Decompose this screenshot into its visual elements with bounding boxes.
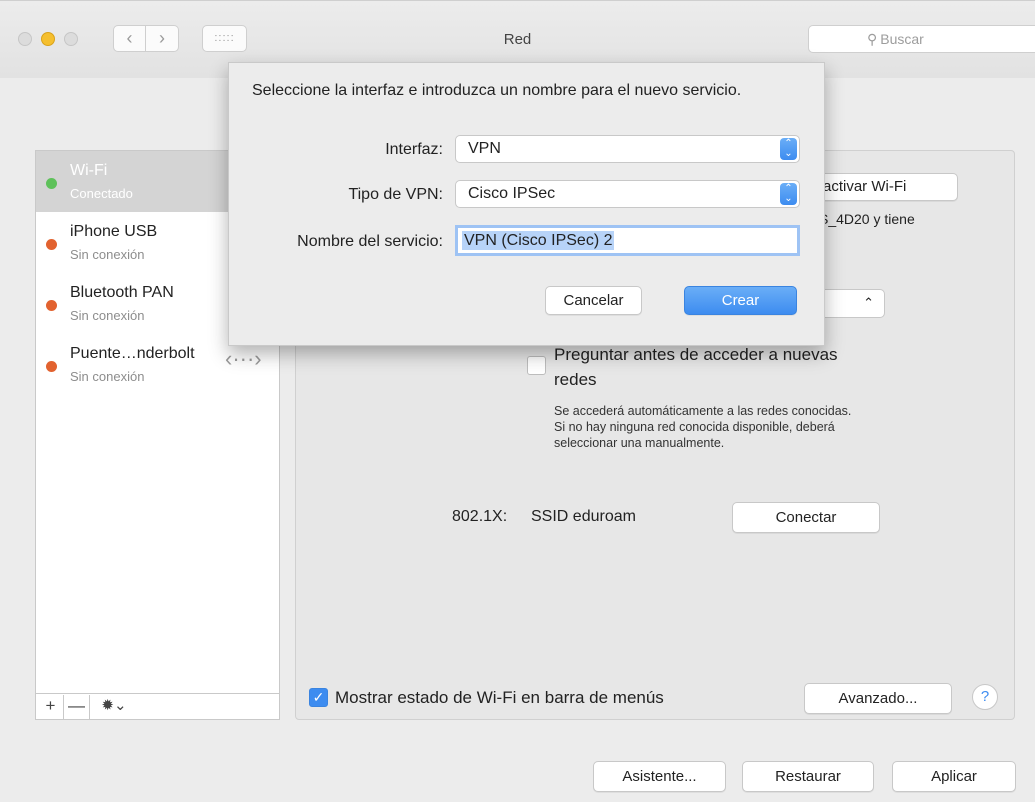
- service-name: Wi-Fi: [70, 162, 108, 179]
- status-dot-icon: [46, 239, 57, 250]
- ask-to-join-label: Preguntar antes de acceder a nuevas: [554, 345, 838, 364]
- dot1x-label: 802.1X:: [452, 508, 508, 525]
- gear-icon: ✹⌄: [101, 697, 127, 714]
- service-name-value: VPN (Cisco IPSec) 2: [462, 231, 615, 250]
- advanced-button[interactable]: Avanzado...: [804, 683, 952, 714]
- apply-button[interactable]: Aplicar: [892, 761, 1016, 792]
- service-name: Bluetooth PAN: [70, 284, 174, 301]
- connect-button[interactable]: Conectar: [732, 502, 880, 533]
- vpn-type-label: Tipo de VPN:: [348, 186, 443, 203]
- search-icon: ⚲: [867, 31, 878, 47]
- assistant-button[interactable]: Asistente...: [593, 761, 726, 792]
- service-status: Conectado: [70, 186, 133, 201]
- status-dot-icon: [46, 178, 57, 189]
- vpn-type-select[interactable]: Cisco IPSec ⌃ ⌄: [455, 180, 800, 208]
- search-placeholder: Buscar: [880, 31, 924, 47]
- interface-label: Interfaz:: [385, 141, 443, 158]
- checkmark-icon: ✓: [312, 689, 325, 705]
- thunderbolt-bridge-icon: ‹···›: [225, 346, 262, 371]
- service-list-toolbar: + — ✹⌄: [35, 694, 280, 720]
- ask-to-join-label-2: redes: [554, 370, 597, 389]
- ask-to-join-checkbox[interactable]: [527, 356, 546, 375]
- new-service-sheet: Seleccione la interfaz e introduzca un n…: [228, 62, 825, 346]
- restore-button[interactable]: Restaurar: [742, 761, 874, 792]
- search-input[interactable]: ⚲ Buscar: [808, 25, 1035, 53]
- gear-menu-button[interactable]: ✹⌄: [94, 695, 134, 719]
- service-status: Sin conexión: [70, 308, 145, 323]
- ask-to-join-description: Se accederá automáticamente a las redes …: [554, 404, 852, 450]
- service-name: Puente…nderbolt: [70, 345, 195, 362]
- wifi-network-text: JS_4D20 y tiene: [812, 211, 915, 227]
- updown-chevron-icon: ⌃ ⌄: [780, 183, 797, 205]
- service-name-label: Nombre del servicio:: [297, 233, 443, 250]
- updown-chevron-icon: ⌃: [863, 295, 874, 310]
- updown-chevron-icon: ⌃ ⌄: [780, 138, 797, 160]
- turn-off-wifi-button[interactable]: activar Wi-Fi: [812, 173, 958, 201]
- remove-service-button[interactable]: —: [64, 695, 90, 719]
- show-wifi-status-checkbox[interactable]: ✓: [309, 688, 328, 707]
- service-status: Sin conexión: [70, 369, 145, 384]
- help-button[interactable]: ?: [972, 684, 998, 710]
- add-service-button[interactable]: +: [38, 695, 64, 719]
- dot1x-value: SSID eduroam: [531, 508, 636, 525]
- interface-value: VPN: [468, 140, 501, 157]
- create-button[interactable]: Crear: [684, 286, 797, 315]
- service-name: iPhone USB: [70, 223, 158, 240]
- show-wifi-status-label: Mostrar estado de Wi-Fi en barra de menú…: [335, 688, 664, 707]
- status-dot-icon: [46, 361, 57, 372]
- service-status: Sin conexión: [70, 247, 145, 262]
- vpn-type-value: Cisco IPSec: [468, 185, 556, 202]
- service-name-input[interactable]: VPN (Cisco IPSec) 2: [455, 225, 800, 256]
- sheet-prompt: Seleccione la interfaz e introduzca un n…: [252, 82, 742, 99]
- status-dot-icon: [46, 300, 57, 311]
- cancel-button[interactable]: Cancelar: [545, 286, 642, 315]
- interface-select[interactable]: VPN ⌃ ⌄: [455, 135, 800, 163]
